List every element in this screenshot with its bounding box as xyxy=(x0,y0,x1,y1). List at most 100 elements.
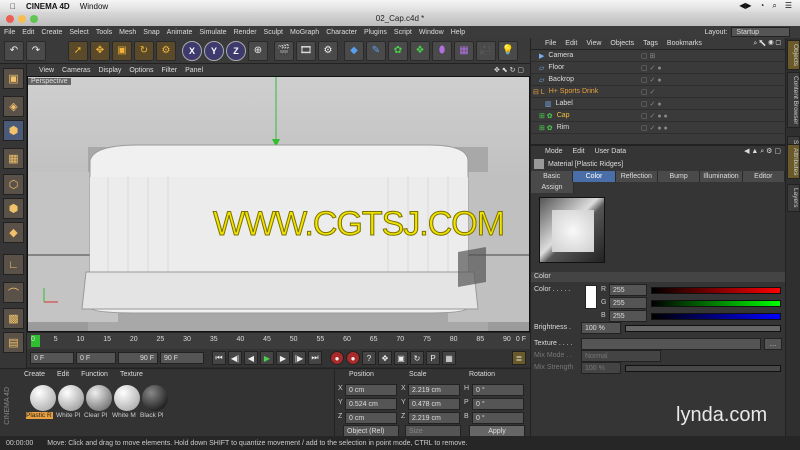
attribute-nav-icons[interactable]: ◀ ▲ ⌕ ⚙ ▢ xyxy=(744,147,781,156)
material-name[interactable]: White M xyxy=(112,412,136,419)
color-b-slider[interactable] xyxy=(651,313,781,320)
attribute-menu-edit[interactable]: Edit xyxy=(573,148,585,155)
end-frame-field[interactable]: 90 F xyxy=(118,352,158,364)
coordinate-system-icon[interactable]: ⊕ xyxy=(248,40,268,61)
texture-field[interactable] xyxy=(581,338,761,350)
menu-help[interactable]: Help xyxy=(451,29,465,36)
scene-icon[interactable]: ▦ xyxy=(454,40,474,61)
light-icon[interactable]: 💡 xyxy=(498,40,518,61)
material-swatch-white-plastic[interactable] xyxy=(58,385,84,411)
previous-frame-icon[interactable]: ◀ xyxy=(244,351,258,365)
next-frame-icon[interactable]: ▶ xyxy=(276,351,290,365)
mac-window-menu[interactable]: Window xyxy=(80,2,108,11)
menu-create[interactable]: Create xyxy=(41,29,62,36)
redo-icon[interactable]: ↷ xyxy=(26,40,46,61)
material-preview[interactable] xyxy=(539,197,605,263)
render-view-icon[interactable]: 🎬 xyxy=(274,40,294,61)
object-menu-bookmarks[interactable]: Bookmarks xyxy=(667,40,702,47)
cube-icon[interactable]: ◆ xyxy=(344,40,364,61)
object-menu-file[interactable]: File xyxy=(545,40,556,47)
rotation-key-icon[interactable]: ↻ xyxy=(410,351,424,365)
grid-snap-icon[interactable]: ▩ xyxy=(3,308,24,329)
select-tool-icon[interactable]: ➚ xyxy=(68,40,88,61)
tab-bump[interactable]: Bump xyxy=(657,171,701,182)
y-axis-lock-button[interactable]: Y xyxy=(204,40,224,61)
rotation-p-field[interactable]: 0 ° xyxy=(472,398,524,410)
menu-script[interactable]: Script xyxy=(394,29,412,36)
render-settings-icon[interactable]: ⚙ xyxy=(318,40,338,61)
clock-icon[interactable]: ◔ xyxy=(760,1,765,11)
object-row-rim[interactable]: ⊞ ✿ Rim ▢ ✓ ● ● xyxy=(531,122,785,134)
recent-tool-icon[interactable]: ⚙ xyxy=(156,40,176,61)
viewport-menu-view[interactable]: View xyxy=(39,67,54,74)
position-x-field[interactable]: 0 cm xyxy=(345,384,397,396)
material-menu-create[interactable]: Create xyxy=(24,371,45,378)
menu-sculpt[interactable]: Sculpt xyxy=(264,29,283,36)
move-tool-icon[interactable]: ✥ xyxy=(90,40,110,61)
start-frame-field[interactable]: 0 F xyxy=(76,352,116,364)
current-frame-field[interactable]: 0 F xyxy=(30,352,74,364)
pla-key-icon[interactable]: ▦ xyxy=(442,351,456,365)
array-icon[interactable]: ❖ xyxy=(410,40,430,61)
minimize-window-button[interactable] xyxy=(18,15,26,23)
undo-icon[interactable]: ↶ xyxy=(4,40,24,61)
menu-select[interactable]: Select xyxy=(69,29,88,36)
menu-plugins[interactable]: Plugins xyxy=(364,29,387,36)
menu-tools[interactable]: Tools xyxy=(96,29,112,36)
points-mode-icon[interactable]: ⬡ xyxy=(3,174,24,195)
tab-editor[interactable]: Editor xyxy=(742,171,785,182)
material-menu-function[interactable]: Function xyxy=(81,371,108,378)
lock-workplane-icon[interactable]: ▤ xyxy=(3,332,24,353)
material-menu-texture[interactable]: Texture xyxy=(120,371,143,378)
color-b-field[interactable]: 255 xyxy=(609,310,647,322)
object-row-backrop[interactable]: ▱ Backrop ▢ ✓ ● xyxy=(531,74,785,86)
position-key-icon[interactable]: ✥ xyxy=(378,351,392,365)
zoom-window-button[interactable] xyxy=(30,15,38,23)
max-frame-field[interactable]: 90 F xyxy=(160,352,204,364)
object-row-camera[interactable]: ▶ Camera ▢ ⊞ xyxy=(531,50,785,62)
apple-icon[interactable]:  xyxy=(10,2,16,11)
tab-assign[interactable]: Assign xyxy=(531,182,574,193)
timeline-window-icon[interactable]: ≣ xyxy=(512,351,526,365)
next-key-icon[interactable]: |▶ xyxy=(292,351,306,365)
go-to-end-icon[interactable]: ⏭ xyxy=(308,351,322,365)
close-window-button[interactable] xyxy=(6,15,14,23)
material-name[interactable]: White Pl xyxy=(56,412,80,419)
workplane-icon[interactable]: ▦ xyxy=(3,148,24,169)
position-z-field[interactable]: 0 cm xyxy=(345,412,397,424)
mix-strength-field[interactable]: 100 % xyxy=(581,362,621,374)
object-menu-objects[interactable]: Objects xyxy=(610,40,634,47)
camera-icon[interactable]: 🎥 xyxy=(476,40,496,61)
color-g-field[interactable]: 255 xyxy=(609,297,647,309)
attribute-menu-user-data[interactable]: User Data xyxy=(595,148,627,155)
sync-icon[interactable]: ◀▶ xyxy=(739,1,751,11)
object-row-h-sports-drink[interactable]: ⊟ L H+ Sports Drink ▢ ✓ xyxy=(531,86,785,98)
scale-x-field[interactable]: 2.219 cm xyxy=(408,384,460,396)
3d-viewport[interactable]: Perspective WWW.CGTSJ.COM xyxy=(27,76,530,332)
material-name[interactable]: Clear Pl xyxy=(84,412,107,419)
pen-spline-icon[interactable]: ✎ xyxy=(366,40,386,61)
menu-render[interactable]: Render xyxy=(234,29,257,36)
play-icon[interactable]: ▶ xyxy=(260,351,274,365)
menu-snap[interactable]: Snap xyxy=(143,29,159,36)
color-r-field[interactable]: 255 xyxy=(609,284,647,296)
viewport-menu-display[interactable]: Display xyxy=(98,67,121,74)
color-g-slider[interactable] xyxy=(651,300,781,307)
list-icon[interactable]: ☰ xyxy=(785,1,792,11)
object-menu-edit[interactable]: Edit xyxy=(565,40,577,47)
keyframe-selection-icon[interactable]: ? xyxy=(362,351,376,365)
menu-animate[interactable]: Animate xyxy=(167,29,193,36)
menu-file[interactable]: File xyxy=(4,29,15,36)
menu-character[interactable]: Character xyxy=(326,29,357,36)
search-icon[interactable]: ⌕ ⬉ ◉ ▢ xyxy=(753,40,781,48)
snap-icon[interactable]: ⌒ xyxy=(3,282,24,303)
sidetab-attributes[interactable]: Attributes xyxy=(787,144,800,180)
material-menu-edit[interactable]: Edit xyxy=(57,371,69,378)
material-swatch-white-matte[interactable] xyxy=(114,385,140,411)
param-key-icon[interactable]: P xyxy=(426,351,440,365)
material-swatch-black-plastic[interactable] xyxy=(142,385,168,411)
scale-key-icon[interactable]: ▣ xyxy=(394,351,408,365)
tab-color[interactable]: Color xyxy=(573,171,616,182)
color-swatch[interactable] xyxy=(585,285,597,309)
sidetab-objects[interactable]: Objects xyxy=(787,40,800,71)
